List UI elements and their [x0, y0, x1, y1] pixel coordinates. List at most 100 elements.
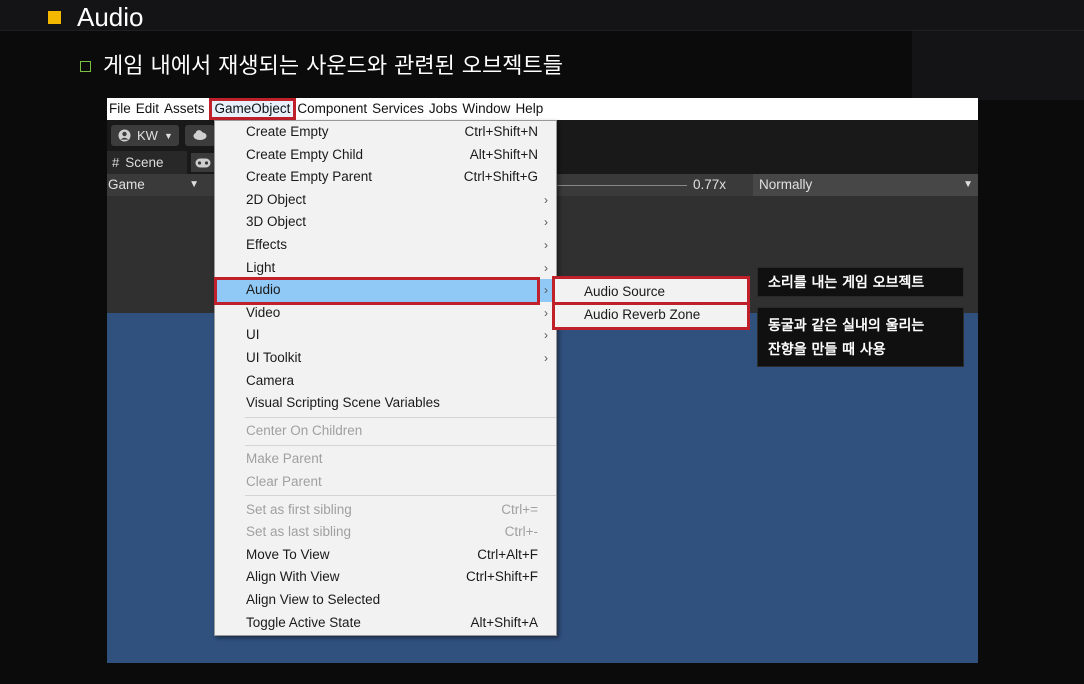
menu-item-clear-parent: Clear Parent — [215, 471, 556, 494]
chevron-right-icon: › — [544, 260, 548, 275]
menu-item-audio-reverb-zone[interactable]: Audio Reverb Zone — [553, 303, 749, 326]
menu-item-label: Video — [246, 304, 281, 320]
callout-audio-reverb-zone: 동굴과 같은 실내의 울리는 잔향을 만들 때 사용 — [757, 307, 964, 367]
slide-subtitle-text: 게임 내에서 재생되는 사운드와 관련된 오브젝트들 — [103, 54, 564, 79]
menu-item-shortcut: Ctrl+- — [504, 524, 538, 539]
menu-item-label: UI — [246, 327, 260, 343]
menu-separator — [245, 445, 556, 446]
gameobject-menu: Create Empty Ctrl+Shift+N Create Empty C… — [214, 120, 557, 636]
menu-item-label: Audio — [246, 282, 281, 298]
menu-item-label: Toggle Active State — [246, 614, 361, 630]
menu-item-label: Create Empty Child — [246, 146, 364, 162]
chevron-right-icon: › — [544, 238, 548, 252]
menu-item-label: Audio Source — [584, 284, 666, 299]
display-select[interactable]: Game ▼ — [107, 174, 203, 196]
menu-item-align-view-to-selected[interactable]: Align View to Selected — [215, 589, 556, 612]
menu-item-set-as-last-sibling: Set as last sibling Ctrl+- — [215, 521, 556, 544]
grid-icon: # — [112, 155, 120, 170]
menu-item-label: Camera — [246, 372, 295, 388]
menu-item-ui-toolkit[interactable]: UI Toolkit › — [215, 347, 556, 370]
menu-item-shortcut: Ctrl+Shift+N — [464, 124, 538, 139]
hollow-square-bullet-icon — [80, 60, 91, 72]
menu-item-label: Align With View — [246, 569, 340, 585]
menu-item-set-as-first-sibling: Set as first sibling Ctrl+= — [215, 499, 556, 522]
menu-item-label: Clear Parent — [246, 473, 322, 489]
menu-services[interactable]: Services — [371, 98, 428, 120]
chevron-right-icon: › — [544, 305, 548, 320]
menu-item-visual-scripting-scene-variables[interactable]: Visual Scripting Scene Variables — [215, 392, 556, 415]
callout-reverb-text-line2: 잔향을 만들 때 사용 — [768, 342, 886, 358]
menu-item-label: Set as last sibling — [246, 524, 352, 539]
menu-item-shortcut: Alt+Shift+N — [469, 146, 538, 162]
background-panel-ghost — [912, 0, 1084, 100]
menu-item-toggle-active-state[interactable]: Toggle Active State Alt+Shift+A — [215, 612, 556, 635]
menu-item-label: Audio Reverb Zone — [584, 307, 701, 322]
menu-item-label: Effects — [246, 237, 288, 252]
menu-item-effects[interactable]: Effects › — [215, 234, 556, 257]
menu-item-label: 2D Object — [246, 191, 307, 207]
menu-item-shortcut: Ctrl+Alt+F — [477, 546, 538, 562]
menu-edit[interactable]: Edit — [135, 98, 163, 120]
menu-item-create-empty-child[interactable]: Create Empty Child Alt+Shift+N — [215, 144, 556, 167]
menu-item-center-on-children: Center On Children — [215, 420, 556, 443]
tab-scene[interactable]: # Scene — [107, 151, 187, 174]
square-bullet-icon — [48, 11, 61, 24]
menu-item-make-parent: Make Parent — [215, 448, 556, 471]
cloud-icon — [193, 130, 207, 140]
display-select-value: Game — [108, 177, 145, 192]
menu-item-label: Set as first sibling — [246, 501, 352, 517]
menu-item-label: 3D Object — [246, 214, 307, 230]
menu-file[interactable]: File — [108, 98, 135, 120]
menu-item-align-with-view[interactable]: Align With View Ctrl+Shift+F — [215, 566, 556, 589]
menu-item-label: Create Empty — [246, 124, 329, 139]
menu-item-label: Make Parent — [246, 451, 323, 466]
menu-item-audio[interactable]: Audio › — [215, 279, 556, 302]
menu-item-3d-object[interactable]: 3D Object › — [215, 211, 556, 234]
menu-help[interactable]: Help — [514, 98, 547, 120]
user-icon — [118, 129, 131, 142]
menu-item-create-empty-parent[interactable]: Create Empty Parent Ctrl+Shift+G — [215, 166, 556, 189]
menu-item-shortcut: Ctrl+Shift+G — [463, 169, 538, 185]
menu-item-light[interactable]: Light › — [215, 257, 556, 280]
chevron-right-icon: › — [544, 192, 548, 207]
menu-item-label: Center On Children — [246, 423, 363, 438]
cloud-button[interactable] — [185, 125, 215, 146]
menu-item-create-empty[interactable]: Create Empty Ctrl+Shift+N — [215, 121, 556, 144]
menu-gameobject[interactable]: GameObject — [208, 98, 297, 120]
unity-editor-screenshot: File Edit Assets GameObject Component Se… — [107, 98, 978, 663]
menu-jobs[interactable]: Jobs — [428, 98, 462, 120]
menu-item-ui[interactable]: UI › — [215, 324, 556, 347]
chevron-down-icon: ▼ — [189, 179, 199, 190]
background-divider — [0, 30, 1084, 31]
menu-item-shortcut: Ctrl+= — [501, 501, 538, 517]
menu-separator — [245, 417, 556, 418]
tab-game[interactable] — [191, 153, 215, 172]
menu-item-camera[interactable]: Camera — [215, 370, 556, 393]
scale-slider[interactable] — [557, 185, 687, 186]
aspect-select-value: Normally — [759, 177, 813, 192]
menu-bar: File Edit Assets GameObject Component Se… — [107, 98, 978, 120]
menu-separator — [245, 495, 556, 496]
menu-item-label: Align View to Selected — [246, 591, 381, 607]
chevron-right-icon: › — [544, 215, 548, 230]
gamepad-icon — [195, 158, 211, 168]
chevron-down-icon: ▼ — [163, 130, 173, 141]
menu-item-label: Visual Scripting Scene Variables — [246, 395, 440, 411]
menu-item-move-to-view[interactable]: Move To View Ctrl+Alt+F — [215, 544, 556, 567]
aspect-select[interactable]: Normally ▼ — [753, 174, 978, 196]
menu-item-video[interactable]: Video › — [215, 302, 556, 325]
account-button[interactable]: KW ▼ — [111, 125, 179, 146]
account-label: KW — [137, 128, 158, 143]
menu-item-shortcut: Ctrl+Shift+F — [465, 569, 538, 585]
menu-assets[interactable]: Assets — [163, 98, 209, 120]
menu-item-2d-object[interactable]: 2D Object › — [215, 189, 556, 212]
menu-item-label: Move To View — [246, 546, 330, 562]
menu-window[interactable]: Window — [461, 98, 514, 120]
menu-item-audio-source[interactable]: Audio Source — [553, 280, 749, 303]
zoom-value: 0.77x — [693, 177, 727, 192]
menu-component[interactable]: Component — [296, 98, 371, 120]
audio-submenu: Audio Source Audio Reverb Zone — [552, 277, 750, 330]
slide-subtitle: 게임 내에서 재생되는 사운드와 관련된 오브젝트들 — [80, 48, 563, 80]
callout-audio-source-text: 소리를 내는 게임 오브젝트 — [768, 275, 925, 291]
tab-scene-label: Scene — [125, 155, 164, 170]
